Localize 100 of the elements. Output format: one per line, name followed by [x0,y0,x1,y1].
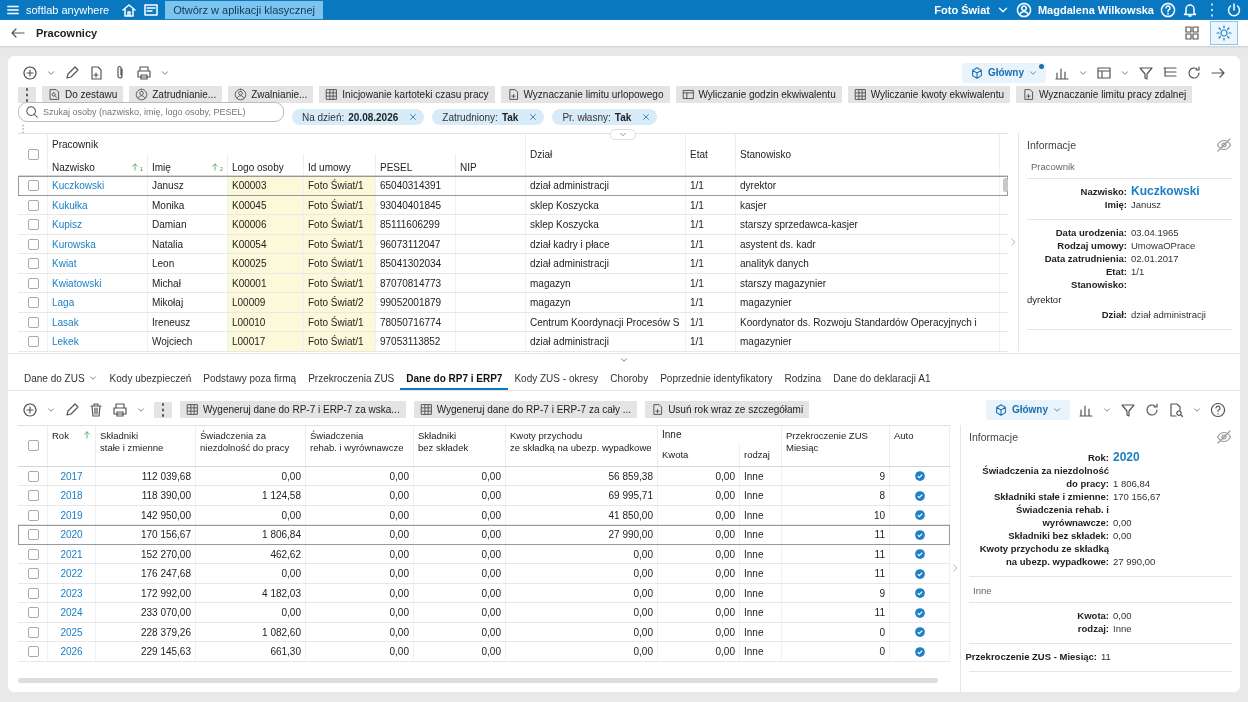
table-cell[interactable]: 2019 [60,509,83,521]
open-classic-button[interactable]: Otwórz w aplikacji klasycznej [165,1,323,19]
checkbox[interactable] [28,646,39,658]
table-cell[interactable]: 2023 [60,587,83,599]
tab[interactable]: Kody ZUS - okresy [508,368,605,390]
tab[interactable]: Dane do RP7 i ERP7 [400,368,509,390]
table-row[interactable]: 2024 233 070,00 0,00 0,00 0,00 0,00 0,00 Inne 11 [18,603,950,623]
column-header[interactable]: Stanowisko [736,134,1000,176]
checkbox[interactable] [28,490,39,502]
checkbox[interactable] [28,180,39,192]
checkbox[interactable] [28,149,39,161]
action-button[interactable]: Wygeneruj dane do RP-7 i ERP-7 za wska... [180,401,406,419]
column-header[interactable]: Świadczenia za niezdolność do pracy [196,425,306,466]
close-icon[interactable] [641,112,652,123]
table-cell[interactable]: 2025 [60,626,83,638]
print-icon[interactable] [112,401,128,418]
table-cell[interactable]: Kwiat [52,258,77,270]
column-header[interactable]: Świadczenia rehab. i wyrównawcze [306,425,414,466]
view-button[interactable]: Główny [985,399,1070,420]
table-row[interactable]: 2022 176 247,68 0,00 0,00 0,00 0,00 0,00 Inne 11 [18,564,950,584]
checkbox[interactable] [28,219,39,231]
refresh-icon[interactable] [1144,401,1160,418]
print-icon[interactable] [136,64,152,81]
edit-icon[interactable] [64,401,80,418]
table-cell[interactable]: 2017 [60,470,83,482]
action-button[interactable]: Wyznaczanie limitu urlopowego [500,86,670,104]
checkbox[interactable] [28,607,39,619]
card-icon[interactable] [143,2,160,18]
table-row[interactable]: 2017 112 039,68 0,00 0,00 0,00 56 859,38 0,00 Inne 9 [18,466,950,487]
column-header[interactable]: Kwoty przychodu ze składką na ubezp. wypadkowe [506,425,658,466]
tab[interactable]: Dane do ZUS [18,368,104,390]
help-icon[interactable] [1210,401,1226,418]
checkbox[interactable] [28,470,39,482]
table-cell[interactable]: Laga [52,297,75,309]
hide-icon[interactable] [1216,428,1232,445]
table-cell[interactable]: 2024 [60,607,83,619]
filter-chip[interactable]: Pr. własny: Tak [552,109,658,126]
hide-icon[interactable] [1216,137,1232,154]
checkbox[interactable] [28,548,39,560]
table-cell[interactable]: Kwiatowski [52,277,102,289]
home-icon[interactable] [121,2,138,18]
column-header[interactable]: Id umowy [304,154,376,176]
column-header[interactable]: rodzaj [740,443,782,466]
tab[interactable]: Rodzina [778,368,828,390]
table-row[interactable]: Kuczkowski Janusz K00003 Foto Świat/1 65040314391 dział administracji 1/1 dyrektor [18,176,1008,196]
action-button[interactable]: Usuń rok wraz ze szczegółami [645,401,810,419]
checkbox[interactable] [28,626,39,638]
checkbox[interactable] [28,199,39,211]
table-cell[interactable]: Lasak [52,316,79,328]
action-button[interactable]: Inicjowanie kartoteki czasu pracy [319,86,495,104]
refresh-icon[interactable] [1186,64,1202,81]
table-cell[interactable]: Kukułka [52,199,88,211]
power-icon[interactable] [1226,2,1242,18]
document-search-icon[interactable] [1168,401,1184,418]
menu-icon[interactable] [6,3,20,17]
action-button[interactable]: Wyliczanie godzin ekwiwalentu [675,86,842,104]
add-icon[interactable] [22,64,38,81]
close-icon[interactable] [528,112,539,123]
chevron-icon[interactable] [1008,237,1018,248]
tab[interactable]: Kody ubezpieczeń [103,368,198,390]
table-row[interactable]: 2021 152 270,00 462,62 0,00 0,00 0,00 0,00 Inne 11 [18,544,950,565]
action-button[interactable]: Wyznaczanie limitu pracy zdalnej [1016,86,1193,104]
table-cell[interactable]: Kupisz [52,219,82,231]
sun-icon[interactable] [1210,21,1238,45]
checkbox[interactable] [28,316,39,328]
column-header[interactable]: Składniki stałe i zmienne [96,425,196,466]
tab[interactable]: Podstawy poza firmą [197,368,303,390]
checkbox[interactable] [28,238,39,250]
layout-icon[interactable] [1096,64,1112,81]
checkbox[interactable] [28,277,39,289]
table-row[interactable]: Laga Mikołaj L00009 Foto Świat/2 99052001879 magazyn 1/1 magazynier [18,293,1008,313]
chevron-icon[interactable] [950,563,960,574]
checkbox[interactable] [28,587,39,599]
column-header[interactable]: Składniki bez składek [414,425,506,466]
column-header[interactable]: NIP [456,154,526,176]
checkbox[interactable] [28,509,39,521]
collapse-icon[interactable] [610,129,636,141]
table-cell[interactable]: 2020 [60,529,83,541]
checkbox[interactable] [28,258,39,270]
action-button[interactable]: Wyliczanie kwoty ekwiwalentu [847,86,1010,104]
table-row[interactable]: Kukułka Monika K00045 Foto Świat/1 93040401845 sklep Koszycka 1/1 kasjer [18,195,1008,216]
column-header[interactable]: Rok [48,425,96,466]
checkbox[interactable] [28,297,39,309]
table-cell[interactable]: 2022 [60,568,83,580]
user-name[interactable]: Magdalena Wilkowska [1037,4,1154,16]
action-button[interactable]: Zwalnianie... [228,86,314,104]
table-row[interactable]: 2025 228 379,26 1 082,60 0,00 0,00 0,00 0,00 Inne 0 [18,622,950,643]
table-row[interactable]: Lasak Ireneusz L00010 Foto Świat/1 78050716774 Centrum Koordynacji Procesów S 1/1 Koordynator ds. Rozwoju Standardów Operacyjnych i [18,312,1008,333]
table-row[interactable]: Kupisz Damian K00006 Foto Świat/1 85111606299 sklep Koszycka 1/1 starszy sprzedawca-kasjer [18,215,1008,235]
table-row[interactable]: Kwiat Leon K00025 Foto Świat/1 85041302034 dział administracji 1/1 analityk danych [18,254,1008,274]
column-header[interactable]: PESEL [376,154,456,176]
sort-arrow-icon[interactable] [209,162,220,173]
column-header[interactable]: Etat [686,134,736,176]
action-button[interactable]: Wygeneruj dane do RP-7 i ERP-7 za cały ... [413,401,638,419]
column-header[interactable]: Przekroczenie ZUS Miesiąc [782,425,890,466]
search-field[interactable]: Szukaj osoby (nazwisko, imię, logo osoby, PESEL) [18,101,284,122]
table-row[interactable]: Kwiatowski Michał K00001 Foto Świat/1 87070814773 magazyn 1/1 starszy magazynier [18,273,1008,294]
table-cell[interactable]: Kuczkowski [52,180,105,192]
scrollbar[interactable] [18,677,938,683]
view-button[interactable]: Główny [961,62,1046,83]
